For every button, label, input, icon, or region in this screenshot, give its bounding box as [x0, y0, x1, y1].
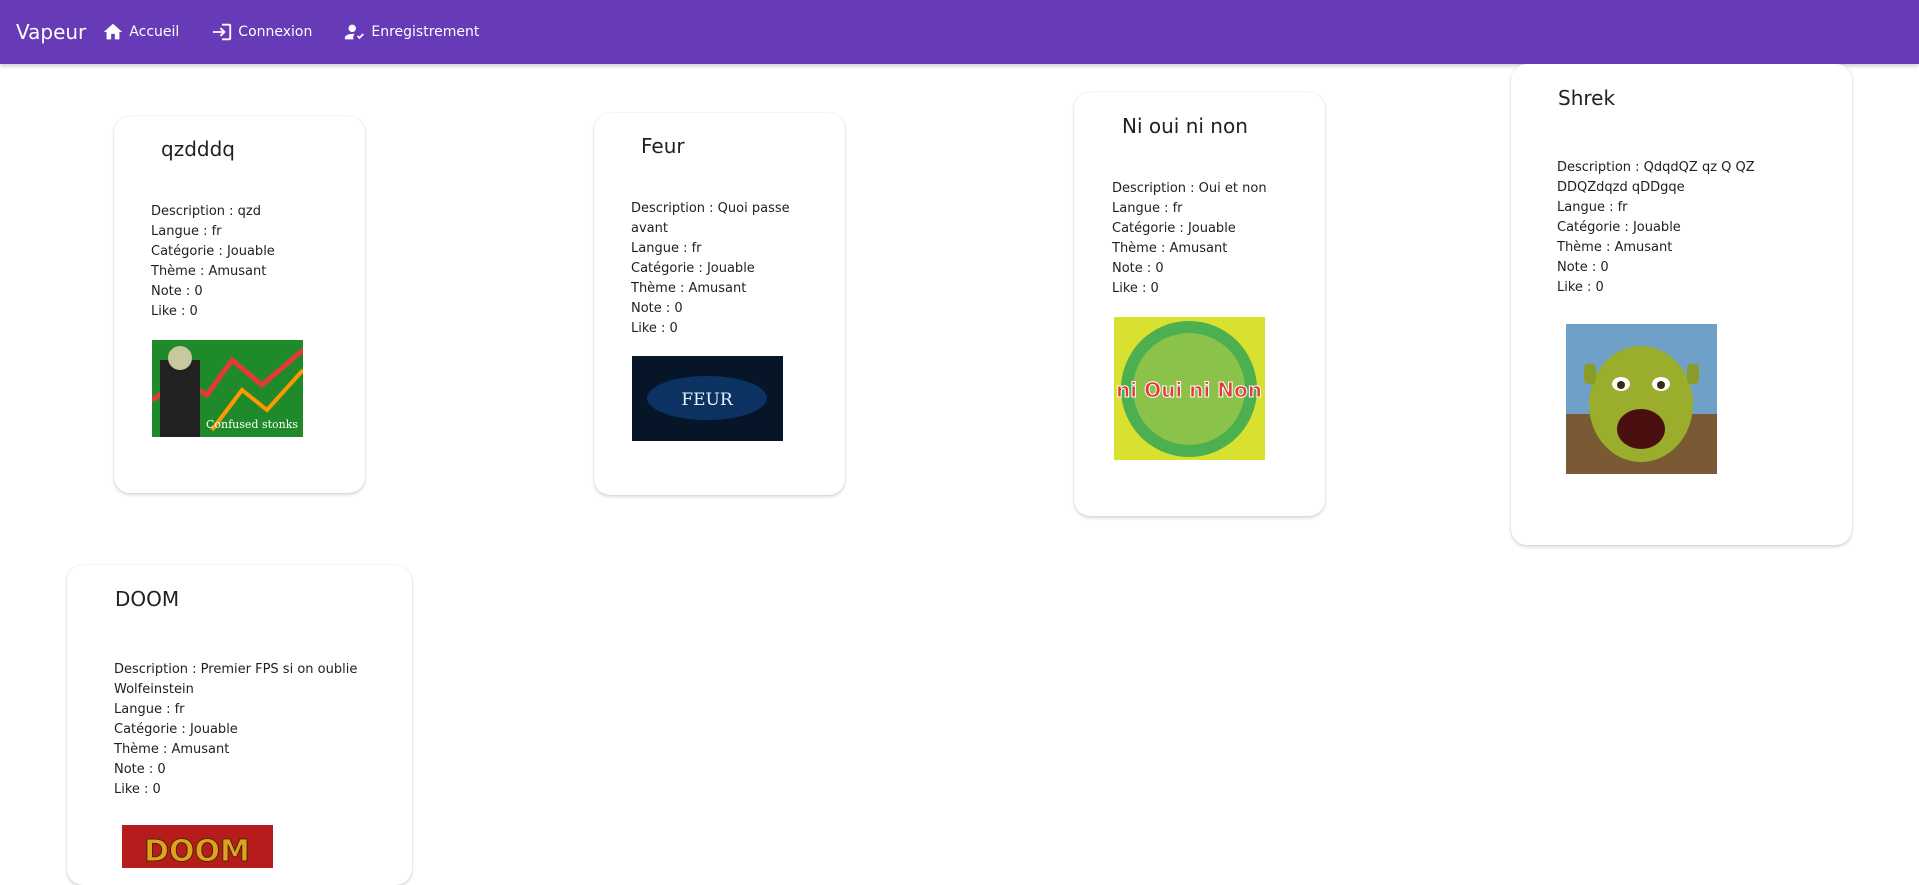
- register-icon: [345, 24, 365, 40]
- game-image: FEUR: [632, 356, 783, 441]
- game-card-qzdddq[interactable]: qzdddq Description : qzd Langue : fr Cat…: [114, 116, 365, 493]
- game-card-doom[interactable]: DOOM Description : Premier FPS si on oub…: [67, 565, 412, 885]
- game-card-ni-oui-ni-non[interactable]: Ni oui ni non Description : Oui et non L…: [1074, 92, 1325, 516]
- game-theme: Thème : Amusant: [631, 281, 747, 296]
- game-details: Description : qzd Langue : fr Catégorie …: [151, 202, 351, 322]
- nav-enregistrement[interactable]: Enregistrement: [344, 21, 479, 43]
- nav-accueil[interactable]: Accueil: [102, 21, 179, 43]
- game-image: DOOM: [122, 825, 273, 868]
- game-description: Description : Oui et non: [1112, 181, 1267, 196]
- game-like: Like : 0: [114, 782, 161, 797]
- image-caption: FEUR: [681, 390, 734, 410]
- image-caption: ni Oui ni Non: [1116, 378, 1262, 402]
- game-image: Confused stonks: [152, 340, 303, 437]
- game-categorie: Catégorie : Jouable: [151, 244, 275, 259]
- game-langue: Langue : fr: [114, 702, 185, 717]
- game-note: Note : 0: [631, 301, 683, 316]
- nav-connexion-label: Connexion: [238, 24, 313, 40]
- game-theme: Thème : Amusant: [1112, 241, 1228, 256]
- game-categorie: Catégorie : Jouable: [114, 722, 238, 737]
- game-image: ni Oui ni Non: [1114, 317, 1265, 460]
- top-navbar: Vapeur Accueil Connexion Enregistrement: [0, 0, 1919, 64]
- game-note: Note : 0: [151, 284, 203, 299]
- nav-connexion[interactable]: Connexion: [211, 21, 312, 43]
- game-like: Like : 0: [151, 304, 198, 319]
- game-description: Description : Quoi passe avant: [631, 201, 790, 236]
- game-categorie: Catégorie : Jouable: [1112, 221, 1236, 236]
- game-card-shrek[interactable]: Shrek Description : QdqdQZ qz Q QZ DDQZd…: [1511, 64, 1852, 545]
- game-theme: Thème : Amusant: [114, 742, 230, 757]
- game-title: Feur: [641, 134, 685, 158]
- game-image: [1566, 324, 1717, 474]
- game-details: Description : Oui et non Langue : fr Cat…: [1112, 179, 1302, 299]
- game-description: Description : qzd: [151, 204, 262, 219]
- image-caption: Confused stonks: [206, 418, 298, 431]
- login-icon: [213, 23, 232, 41]
- image-caption: DOOM: [144, 834, 250, 868]
- app-title[interactable]: Vapeur: [16, 20, 86, 44]
- game-description: Description : QdqdQZ qz Q QZ DDQZdqzd qD…: [1557, 160, 1755, 195]
- nav-accueil-label: Accueil: [129, 24, 180, 40]
- home-icon: [104, 23, 123, 40]
- game-note: Note : 0: [1557, 260, 1609, 275]
- game-categorie: Catégorie : Jouable: [631, 261, 755, 276]
- game-note: Note : 0: [1112, 261, 1164, 276]
- game-note: Note : 0: [114, 762, 166, 777]
- game-title: Ni oui ni non: [1122, 114, 1248, 138]
- game-theme: Thème : Amusant: [1557, 240, 1673, 255]
- game-langue: Langue : fr: [631, 241, 702, 256]
- game-title: Shrek: [1558, 86, 1616, 110]
- game-categorie: Catégorie : Jouable: [1557, 220, 1681, 235]
- game-details: Description : QdqdQZ qz Q QZ DDQZdqzd qD…: [1557, 158, 1757, 298]
- game-title: DOOM: [115, 587, 180, 611]
- game-langue: Langue : fr: [1112, 201, 1183, 216]
- game-like: Like : 0: [1557, 280, 1604, 295]
- game-langue: Langue : fr: [151, 224, 222, 239]
- nav-enregistrement-label: Enregistrement: [371, 24, 480, 40]
- game-like: Like : 0: [1112, 281, 1159, 296]
- game-langue: Langue : fr: [1557, 200, 1628, 215]
- game-like: Like : 0: [631, 321, 678, 336]
- game-card-feur[interactable]: Feur Description : Quoi passe avant Lang…: [594, 113, 845, 495]
- game-description: Description : Premier FPS si on oublie W…: [114, 662, 358, 697]
- game-details: Description : Premier FPS si on oublie W…: [114, 660, 364, 800]
- game-theme: Thème : Amusant: [151, 264, 267, 279]
- game-details: Description : Quoi passe avant Langue : …: [631, 199, 801, 339]
- game-title: qzdddq: [161, 137, 235, 161]
